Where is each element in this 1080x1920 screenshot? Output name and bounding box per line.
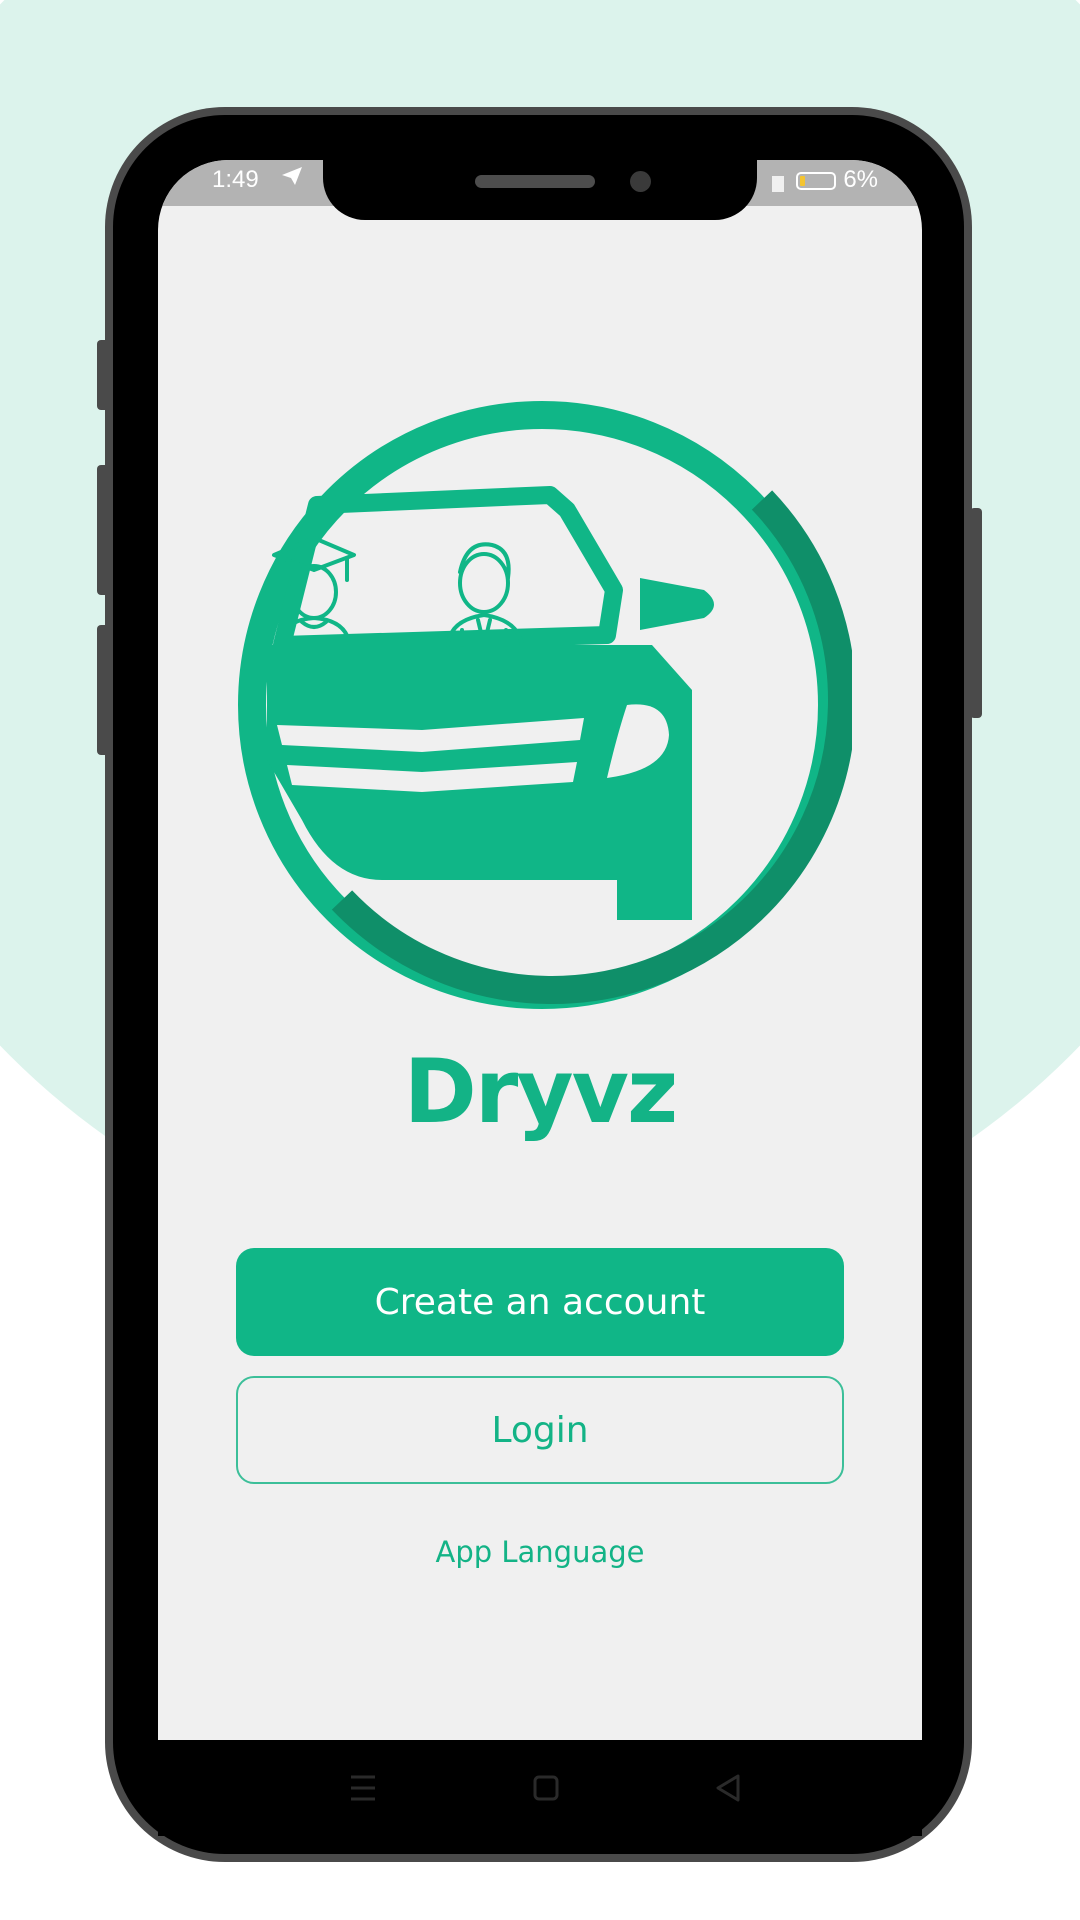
system-nav-bar <box>158 1740 922 1836</box>
battery-icon <box>796 172 836 190</box>
login-button[interactable]: Login <box>236 1376 844 1484</box>
battery-percent: 6% <box>843 166 878 193</box>
home-square-icon[interactable] <box>526 1768 566 1808</box>
car-with-student-and-instructor-logo <box>238 401 852 1009</box>
menu-icon[interactable] <box>343 1768 383 1808</box>
telegram-send-icon <box>280 165 304 193</box>
phone-camera <box>630 171 651 192</box>
signal-icon <box>772 176 784 192</box>
app-language-link[interactable]: App Language <box>158 1535 922 1569</box>
back-triangle-icon[interactable] <box>708 1768 748 1808</box>
status-time: 1:49 <box>212 166 259 193</box>
page-canvas: 1:49 6% Dryvz Create an account Login Ap… <box>0 0 1080 1920</box>
phone-speaker <box>475 175 595 188</box>
battery-level-fill <box>800 176 805 186</box>
create-account-button[interactable]: Create an account <box>236 1248 844 1356</box>
app-name: Dryvz <box>403 1040 678 1143</box>
